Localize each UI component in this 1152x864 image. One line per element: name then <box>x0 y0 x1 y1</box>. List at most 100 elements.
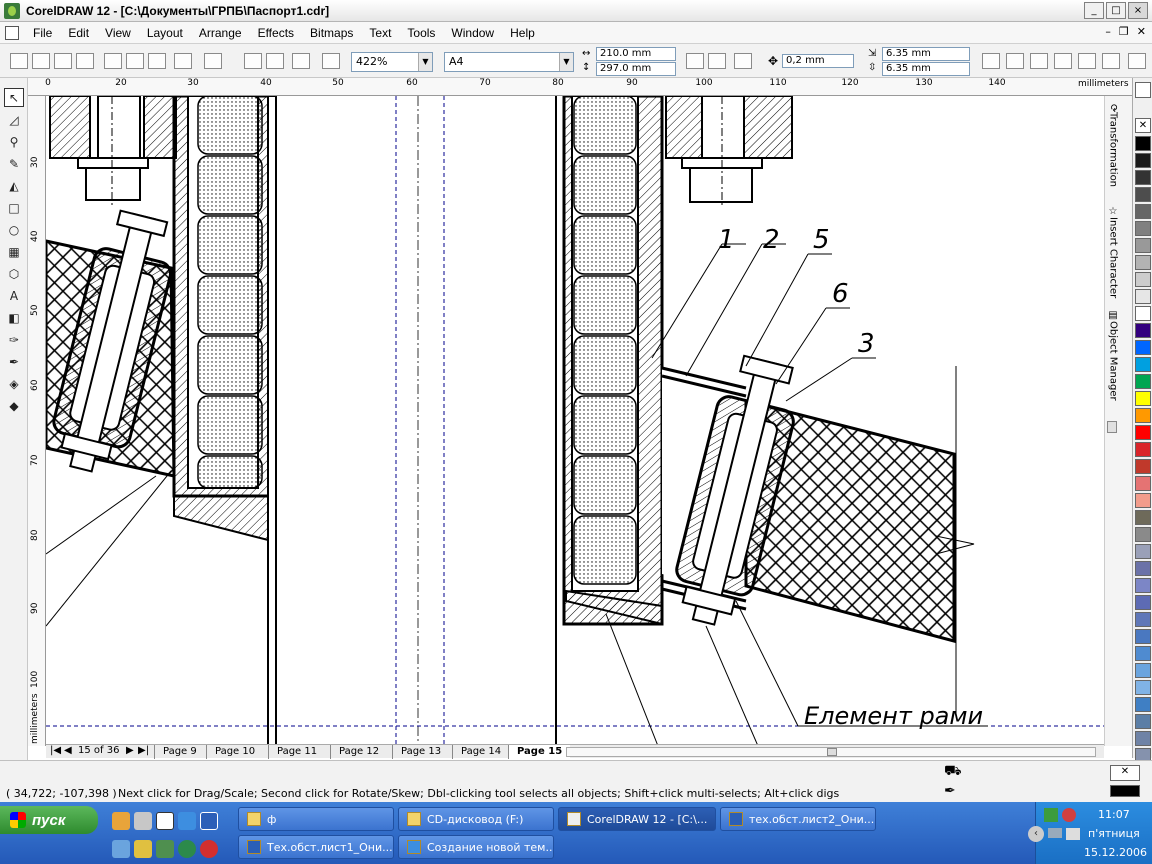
docker-tab-insert-character[interactable]: ☆ Insert Character <box>1104 206 1122 306</box>
color-swatch[interactable] <box>1135 323 1151 338</box>
page-tab-11[interactable]: Page 11 <box>268 745 325 759</box>
block-icon[interactable] <box>200 840 218 858</box>
guides-icon[interactable] <box>1078 53 1096 69</box>
graph-paper-tool-icon[interactable]: ▦ <box>4 242 24 261</box>
color-swatch[interactable] <box>1135 646 1151 661</box>
paste-icon[interactable] <box>148 53 166 69</box>
color-swatch[interactable] <box>1135 612 1151 627</box>
doc-minimize-icon[interactable]: – <box>1105 25 1111 38</box>
menu-file[interactable]: File <box>25 26 60 40</box>
menu-help[interactable]: Help <box>502 26 543 40</box>
doc-close-icon[interactable]: ✕ <box>1137 25 1146 38</box>
copy-icon[interactable] <box>126 53 144 69</box>
smart-fill-tool-icon[interactable]: ◭ <box>4 176 24 195</box>
menu-arrange[interactable]: Arrange <box>191 26 250 40</box>
last-page-icon[interactable]: ▶| <box>138 745 149 756</box>
chevron-down-icon[interactable]: ▼ <box>418 53 432 71</box>
menu-text[interactable]: Text <box>361 26 399 40</box>
paper-type-select[interactable]: A4 ▼ <box>444 52 574 72</box>
all-pages-icon[interactable] <box>734 53 752 69</box>
taskbar-button-cd-drive[interactable]: CD-дисковод (F:) <box>398 807 554 831</box>
no-fill-swatch[interactable]: ✕ <box>1135 118 1151 133</box>
cut-icon[interactable] <box>104 53 122 69</box>
quicklaunch-icon-4[interactable] <box>134 840 152 858</box>
vertical-ruler[interactable]: 30 40 50 60 70 80 90 100 <box>28 96 46 746</box>
fill-indicator-icon[interactable]: ⛟ <box>944 763 962 781</box>
color-swatch[interactable] <box>1135 340 1151 355</box>
page-tab-15[interactable]: Page 15 <box>508 745 571 759</box>
quicklaunch-icon-1[interactable] <box>112 812 130 830</box>
menu-tools[interactable]: Tools <box>399 26 443 40</box>
save-icon[interactable] <box>54 53 72 69</box>
freehand-tool-icon[interactable]: ✎ <box>4 154 24 173</box>
color-swatch[interactable] <box>1135 578 1151 593</box>
page-layout-icon[interactable] <box>1006 53 1024 69</box>
tray-expand-icon[interactable]: ‹ <box>1028 826 1044 842</box>
page-tab-14[interactable]: Page 14 <box>452 745 509 759</box>
prev-page-icon[interactable]: ◀ <box>64 745 72 756</box>
color-swatch[interactable] <box>1135 425 1151 440</box>
color-swatch[interactable] <box>1135 561 1151 576</box>
color-swatch[interactable] <box>1135 306 1151 321</box>
rectangle-tool-icon[interactable]: □ <box>4 198 24 217</box>
toolbar-overflow-icon[interactable] <box>1128 53 1146 69</box>
taskbar-button-folder[interactable]: ф <box>238 807 394 831</box>
eyedropper-tool-icon[interactable]: ✑ <box>4 330 24 349</box>
units-icon[interactable] <box>982 53 1000 69</box>
portrait-icon[interactable] <box>686 53 704 69</box>
minimize-button[interactable]: _ <box>1084 2 1104 19</box>
menu-window[interactable]: Window <box>443 26 502 40</box>
new-icon[interactable] <box>10 53 28 69</box>
print-icon[interactable] <box>76 53 94 69</box>
tray-icon-1[interactable] <box>1044 808 1058 822</box>
word-icon[interactable] <box>200 812 218 830</box>
fill-tool-icon[interactable]: ◈ <box>4 374 24 393</box>
page-tab-13[interactable]: Page 13 <box>392 745 449 759</box>
color-swatch[interactable] <box>1135 238 1151 253</box>
color-swatch[interactable] <box>1135 527 1151 542</box>
document-icon[interactable] <box>5 25 19 40</box>
paper-width-input[interactable]: 210.0 mm <box>596 47 676 61</box>
color-swatch[interactable] <box>1135 493 1151 508</box>
options-icon[interactable] <box>1102 53 1120 69</box>
menu-effects[interactable]: Effects <box>250 26 302 40</box>
menu-edit[interactable]: Edit <box>60 26 97 40</box>
align-icon[interactable] <box>1030 53 1048 69</box>
corel-online-icon[interactable] <box>322 53 340 69</box>
outline-tool-icon[interactable]: ✒ <box>4 352 24 371</box>
coreldraw-app-icon[interactable] <box>4 2 20 19</box>
quicklaunch-icon-3[interactable] <box>112 840 130 858</box>
import-icon[interactable] <box>244 53 262 69</box>
app-launcher-icon[interactable] <box>292 53 310 69</box>
quicklaunch-icon-5[interactable] <box>156 840 174 858</box>
export-icon[interactable] <box>266 53 284 69</box>
redo-icon[interactable] <box>204 53 222 69</box>
scrollbar-thumb[interactable] <box>1107 421 1117 433</box>
color-swatch[interactable] <box>1135 170 1151 185</box>
snap-icon[interactable] <box>1054 53 1072 69</box>
network-icon[interactable] <box>1066 828 1080 840</box>
drawing-canvas[interactable]: 1 2 5 6 3 Елемент рами <box>46 96 1104 746</box>
color-swatch[interactable] <box>1135 221 1151 236</box>
taskbar-button-coreldraw[interactable]: CorelDRAW 12 - [C:\... <box>558 807 716 831</box>
color-swatch[interactable] <box>1135 204 1151 219</box>
taskbar-button-word-doc-2[interactable]: тех.обст.лист2_Они... <box>720 807 876 831</box>
color-swatch[interactable] <box>1135 663 1151 678</box>
color-swatch[interactable] <box>1135 357 1151 372</box>
close-button[interactable]: × <box>1128 2 1148 19</box>
color-swatch[interactable] <box>1135 476 1151 491</box>
color-swatch[interactable] <box>1135 629 1151 644</box>
horizontal-scrollbar-thumb[interactable] <box>827 748 837 756</box>
start-button[interactable]: пуск <box>0 806 98 834</box>
color-swatch[interactable] <box>1135 714 1151 729</box>
first-page-icon[interactable]: |◀ <box>50 745 61 756</box>
duplicate-x-input[interactable]: 6.35 mm <box>882 47 970 61</box>
color-swatch[interactable] <box>1135 697 1151 712</box>
landscape-icon[interactable] <box>708 53 726 69</box>
basic-shapes-tool-icon[interactable]: ⬡ <box>4 264 24 283</box>
language-flag-icon[interactable] <box>1048 828 1062 838</box>
taskbar-button-word-doc-1[interactable]: Тех.обст.лист1_Они... <box>238 835 394 859</box>
color-swatch[interactable] <box>1135 391 1151 406</box>
menu-bitmaps[interactable]: Bitmaps <box>302 26 361 40</box>
pick-tool-icon[interactable]: ↖ <box>4 88 24 107</box>
